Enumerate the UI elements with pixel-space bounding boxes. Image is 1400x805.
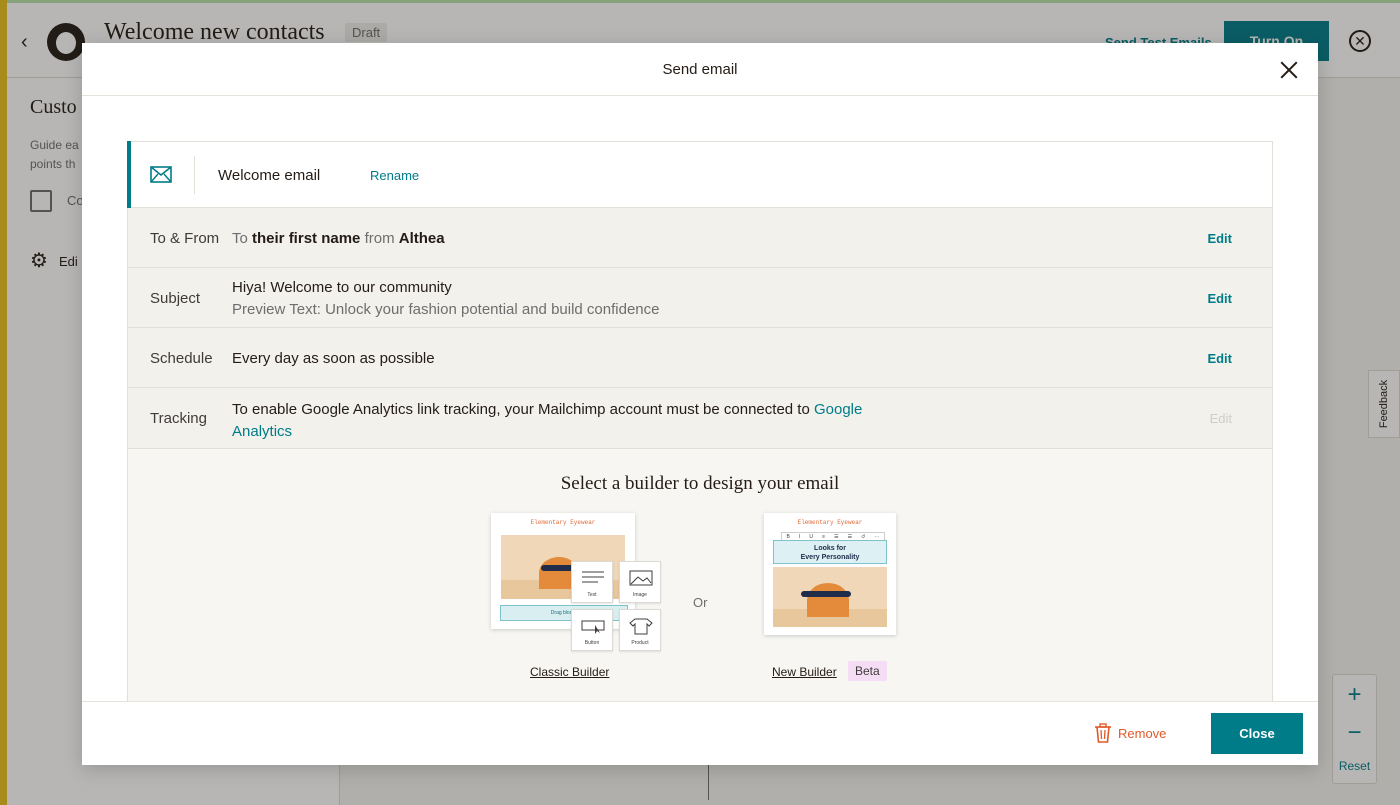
email-card-header: Welcome email Rename [127, 141, 1272, 208]
remove-label: Remove [1118, 725, 1167, 741]
classic-builder-thumbnail[interactable]: Elementary Eyewear Drag blocks [491, 513, 635, 629]
close-button[interactable]: Close [1211, 713, 1303, 754]
subject-row: Subject Hiya! Welcome to our community P… [128, 268, 1272, 328]
header-divider [194, 156, 195, 194]
to-from-row: To & From To their first name from Althe… [128, 208, 1272, 268]
google-analytics-link[interactable]: Google [814, 401, 862, 418]
card-accent-bar [127, 141, 131, 208]
edit-schedule-link[interactable]: Edit [1207, 351, 1232, 366]
builder-selection: Select a builder to design your email El… [128, 449, 1272, 701]
rename-link[interactable]: Rename [370, 168, 419, 183]
button-block-tile: Button [571, 609, 613, 651]
image-block-tile: Image [619, 561, 661, 603]
tracking-message: To enable Google Analytics link tracking… [232, 401, 863, 440]
new-thumb-headline: Looks for Every Personality [773, 540, 887, 564]
modal-header: Send email [82, 43, 1318, 96]
text-block-tile: Text [571, 561, 613, 603]
schedule-label: Schedule [150, 350, 213, 367]
google-analytics-link-cont[interactable]: Analytics [232, 423, 292, 440]
edit-subject-link[interactable]: Edit [1207, 291, 1232, 306]
subject-value: Hiya! Welcome to our community [232, 279, 452, 296]
product-block-tile: Product [619, 609, 661, 651]
new-thumb-photo [773, 567, 887, 627]
tracking-row: Tracking To enable Google Analytics link… [128, 388, 1272, 449]
to-from-label: To & From [150, 230, 220, 247]
edit-tracking-link: Edit [1209, 411, 1232, 426]
schedule-row: Schedule Every day as soon as possible E… [128, 328, 1272, 388]
schedule-value: Every day as soon as possible [232, 350, 435, 367]
modal-body: Welcome email Rename To & From To their … [82, 97, 1318, 701]
preview-text: Preview Text: Unlock your fashion potent… [232, 301, 660, 318]
classic-thumb-brand: Elementary Eyewear [530, 519, 596, 526]
builder-title: Select a builder to design your email [560, 473, 840, 494]
email-name: Welcome email [218, 167, 321, 184]
edit-to-from-link[interactable]: Edit [1207, 231, 1232, 246]
classic-builder-link[interactable]: Classic Builder [530, 665, 609, 679]
subject-label: Subject [150, 290, 201, 307]
remove-button[interactable]: Remove [1094, 723, 1166, 743]
new-builder-link[interactable]: New Builder [772, 665, 837, 679]
or-separator: Or [693, 595, 708, 610]
to-from-value: To their first name from Althea [232, 230, 445, 247]
new-builder-thumbnail[interactable]: Elementary Eyewear B I U ≡ ☰ ☰ ↺ ⋯ Looks… [764, 513, 896, 635]
modal-title: Send email [662, 61, 738, 78]
close-icon[interactable] [1276, 57, 1302, 83]
modal-footer: Remove Close [82, 701, 1318, 765]
new-thumb-brand: Elementary Eyewear [797, 519, 863, 526]
trash-icon [1095, 723, 1111, 743]
send-email-modal: Send email Welcome email Rename To & Fro… [82, 43, 1318, 765]
tracking-label: Tracking [150, 410, 207, 427]
envelope-icon [150, 166, 172, 183]
email-settings-card: Welcome email Rename To & From To their … [127, 141, 1273, 701]
beta-badge: Beta [848, 661, 887, 681]
